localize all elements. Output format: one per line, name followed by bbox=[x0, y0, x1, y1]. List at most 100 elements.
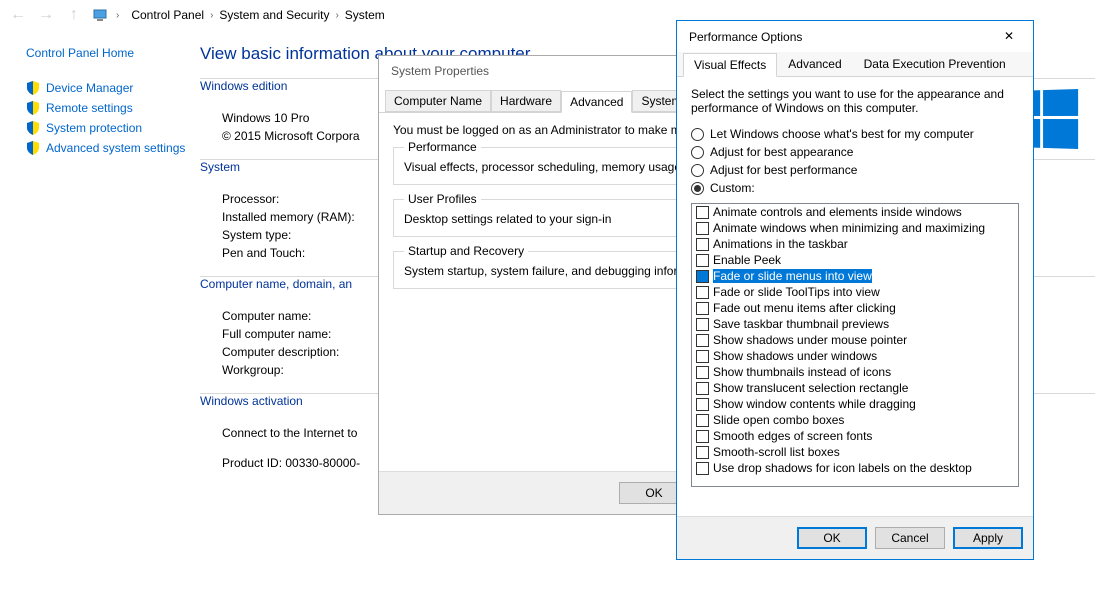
effect-item[interactable]: Animate controls and elements inside win… bbox=[692, 204, 1018, 220]
checkbox-icon bbox=[696, 414, 709, 427]
checkbox-icon bbox=[696, 238, 709, 251]
tab-dep[interactable]: Data Execution Prevention bbox=[853, 52, 1017, 76]
effect-label: Animations in the taskbar bbox=[713, 237, 848, 251]
close-icon[interactable]: ✕ bbox=[997, 29, 1021, 44]
back-arrow-icon[interactable]: ← bbox=[8, 6, 28, 24]
shield-icon bbox=[26, 141, 40, 155]
effect-item[interactable]: Show shadows under windows bbox=[692, 348, 1018, 364]
effect-label: Show window contents while dragging bbox=[713, 397, 916, 411]
checkbox-icon bbox=[696, 462, 709, 475]
radio-icon bbox=[691, 182, 704, 195]
sidebar-item-remote-settings[interactable]: Remote settings bbox=[26, 98, 200, 118]
sidebar-item-device-manager[interactable]: Device Manager bbox=[26, 78, 200, 98]
breadcrumb-item[interactable]: Control Panel bbox=[127, 6, 208, 24]
checkbox-icon bbox=[696, 366, 709, 379]
effect-item[interactable]: Show translucent selection rectangle bbox=[692, 380, 1018, 396]
effect-item[interactable]: Slide open combo boxes bbox=[692, 412, 1018, 428]
computer-icon bbox=[92, 7, 108, 23]
effect-item[interactable]: Smooth edges of screen fonts bbox=[692, 428, 1018, 444]
effect-label: Smooth edges of screen fonts bbox=[713, 429, 872, 443]
effect-item[interactable]: Show window contents while dragging bbox=[692, 396, 1018, 412]
radio-label: Let Windows choose what's best for my co… bbox=[710, 127, 974, 141]
tab-advanced[interactable]: Advanced bbox=[777, 52, 852, 76]
ok-button[interactable]: OK bbox=[797, 527, 867, 549]
chevron-right-icon[interactable]: › bbox=[335, 10, 338, 21]
effects-listbox[interactable]: Animate controls and elements inside win… bbox=[691, 203, 1019, 487]
shield-icon bbox=[26, 121, 40, 135]
effect-item[interactable]: Animations in the taskbar bbox=[692, 236, 1018, 252]
up-arrow-icon[interactable]: ↑ bbox=[64, 6, 84, 24]
effect-item[interactable]: Show thumbnails instead of icons bbox=[692, 364, 1018, 380]
radio-icon bbox=[691, 146, 704, 159]
chevron-right-icon[interactable]: › bbox=[210, 10, 213, 21]
chevron-right-icon[interactable]: › bbox=[116, 10, 119, 21]
checkbox-icon bbox=[696, 302, 709, 315]
tab-visual-effects[interactable]: Visual Effects bbox=[683, 53, 777, 77]
checkbox-icon bbox=[696, 334, 709, 347]
fieldset-legend: User Profiles bbox=[404, 192, 481, 206]
radio-icon bbox=[691, 128, 704, 141]
checkbox-icon bbox=[696, 270, 709, 283]
tab-computer-name[interactable]: Computer Name bbox=[385, 90, 491, 112]
radio-best-appearance[interactable]: Adjust for best appearance bbox=[691, 143, 1019, 161]
effect-item[interactable]: Fade or slide menus into view bbox=[692, 268, 1018, 284]
checkbox-icon bbox=[696, 254, 709, 267]
effect-label: Fade out menu items after clicking bbox=[713, 301, 896, 315]
apply-button[interactable]: Apply bbox=[953, 527, 1023, 549]
fieldset-legend: Startup and Recovery bbox=[404, 244, 528, 258]
cancel-button[interactable]: Cancel bbox=[875, 527, 945, 549]
sidebar-link[interactable]: System protection bbox=[46, 121, 142, 135]
effect-item[interactable]: Fade or slide ToolTips into view bbox=[692, 284, 1018, 300]
breadcrumb: Control Panel › System and Security › Sy… bbox=[127, 6, 388, 24]
effect-label: Fade or slide ToolTips into view bbox=[713, 285, 880, 299]
radio-icon bbox=[691, 164, 704, 177]
tab-advanced[interactable]: Advanced bbox=[561, 91, 632, 113]
group-activation: Windows activation bbox=[200, 394, 309, 408]
effect-item[interactable]: Show shadows under mouse pointer bbox=[692, 332, 1018, 348]
shield-icon bbox=[26, 101, 40, 115]
group-windows-edition: Windows edition bbox=[200, 79, 293, 93]
sidebar-link[interactable]: Remote settings bbox=[46, 101, 133, 115]
breadcrumb-item[interactable]: System and Security bbox=[215, 6, 333, 24]
effect-item[interactable]: Fade out menu items after clicking bbox=[692, 300, 1018, 316]
radio-best-performance[interactable]: Adjust for best performance bbox=[691, 161, 1019, 179]
checkbox-icon bbox=[696, 222, 709, 235]
checkbox-icon bbox=[696, 446, 709, 459]
effect-label: Animate controls and elements inside win… bbox=[713, 205, 962, 219]
breadcrumb-item[interactable]: System bbox=[341, 6, 389, 24]
effect-item[interactable]: Enable Peek bbox=[692, 252, 1018, 268]
effect-label: Use drop shadows for icon labels on the … bbox=[713, 461, 972, 475]
effect-label: Enable Peek bbox=[713, 253, 781, 267]
effect-item[interactable]: Smooth-scroll list boxes bbox=[692, 444, 1018, 460]
radio-label: Adjust for best performance bbox=[710, 163, 857, 177]
radio-let-windows-choose[interactable]: Let Windows choose what's best for my co… bbox=[691, 125, 1019, 143]
group-computer-name: Computer name, domain, an bbox=[200, 277, 358, 291]
effect-label: Show shadows under mouse pointer bbox=[713, 333, 907, 347]
checkbox-icon bbox=[696, 286, 709, 299]
radio-custom[interactable]: Custom: bbox=[691, 179, 1019, 197]
effect-item[interactable]: Use drop shadows for icon labels on the … bbox=[692, 460, 1018, 476]
checkbox-icon bbox=[696, 430, 709, 443]
checkbox-icon bbox=[696, 398, 709, 411]
effect-label: Fade or slide menus into view bbox=[713, 269, 872, 283]
control-panel-home-link[interactable]: Control Panel Home bbox=[26, 46, 200, 60]
shield-icon bbox=[26, 81, 40, 95]
effect-label: Show shadows under windows bbox=[713, 349, 877, 363]
perf-tabs: Visual Effects Advanced Data Execution P… bbox=[677, 52, 1033, 77]
group-system: System bbox=[200, 160, 246, 174]
effect-label: Slide open combo boxes bbox=[713, 413, 844, 427]
radio-label: Custom: bbox=[710, 181, 755, 195]
effect-label: Save taskbar thumbnail previews bbox=[713, 317, 889, 331]
checkbox-icon bbox=[696, 206, 709, 219]
sidebar-link[interactable]: Advanced system settings bbox=[46, 141, 185, 155]
perf-intro: Select the settings you want to use for … bbox=[691, 87, 1019, 115]
sidebar-link[interactable]: Device Manager bbox=[46, 81, 133, 95]
checkbox-icon bbox=[696, 350, 709, 363]
effect-item[interactable]: Save taskbar thumbnail previews bbox=[692, 316, 1018, 332]
sidebar-item-advanced-system-settings[interactable]: Advanced system settings bbox=[26, 138, 200, 158]
sidebar-item-system-protection[interactable]: System protection bbox=[26, 118, 200, 138]
forward-arrow-icon: → bbox=[36, 6, 56, 24]
effect-item[interactable]: Animate windows when minimizing and maxi… bbox=[692, 220, 1018, 236]
effect-label: Show translucent selection rectangle bbox=[713, 381, 908, 395]
tab-hardware[interactable]: Hardware bbox=[491, 90, 561, 112]
